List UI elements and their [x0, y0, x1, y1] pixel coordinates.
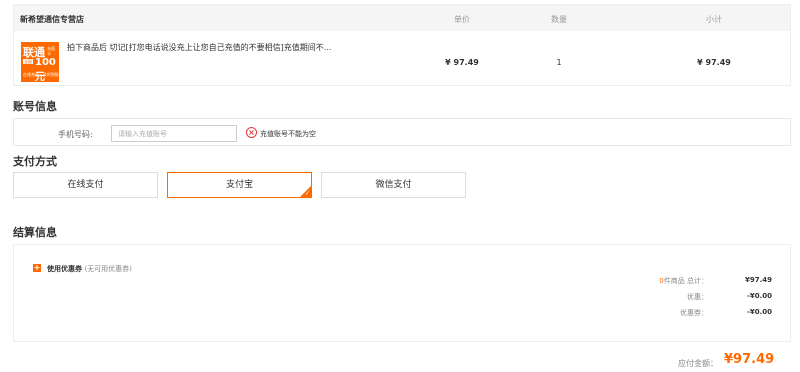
order-table-header: 新希望通信专营店 单价 数量 小计: [14, 5, 790, 31]
settlement-section-title: 结算信息: [13, 226, 57, 239]
item-count-suffix: 件商品 总计：: [663, 277, 708, 285]
product-thumbnail[interactable]: 联通 充值卡 全国 100元 在线充值 · 及时到账: [21, 42, 59, 82]
phone-error-message: 充值账号不能为空: [260, 130, 316, 138]
payable-label: 应付金额：: [678, 359, 718, 368]
account-info-panel: 手机号码: × 充值账号不能为空: [13, 118, 791, 146]
coupon-note: (无可用优惠券): [84, 265, 132, 273]
summary-coupon-row: 优惠券： -¥0.00: [614, 308, 774, 320]
thumbnail-tag-text: 充值卡: [47, 46, 55, 56]
column-header-price: 单价: [454, 15, 470, 24]
pay-method-online-button[interactable]: 在线支付: [13, 172, 158, 198]
summary-total-label: 0件商品 总计：: [659, 276, 708, 286]
check-icon: ✓: [304, 190, 310, 197]
account-section-title: 账号信息: [13, 100, 57, 113]
product-title-link[interactable]: 拍下商品后 切记[打您电话说没充上让您自己充值的不要相信]充值期间不...: [67, 42, 367, 53]
phone-number-input[interactable]: [111, 125, 237, 142]
phone-label: 手机号码:: [58, 130, 93, 139]
summary-discount-value: -¥0.00: [746, 292, 772, 300]
pay-method-label: 在线支付: [67, 180, 104, 190]
summary-discount-row: 优惠： -¥0.00: [614, 292, 774, 304]
settlement-panel: + 使用优惠券 (无可用优惠券) 0件商品 总计： ¥97.49 优惠： -¥0…: [13, 244, 791, 342]
pay-method-wechat-button[interactable]: 微信支付: [321, 172, 466, 198]
pay-method-label: 微信支付: [375, 180, 412, 190]
pay-method-alipay-button[interactable]: 支付宝 ✓: [167, 172, 312, 198]
coupon-label: 使用优惠券: [47, 265, 82, 273]
summary-coupon-label: 优惠券：: [680, 309, 708, 317]
order-table: 新希望通信专营店 单价 数量 小计 联通 充值卡 全国 100元 在线充值 · …: [13, 4, 791, 86]
use-coupon-toggle[interactable]: 使用优惠券 (无可用优惠券): [47, 264, 132, 274]
thumbnail-amount-text: 100元: [35, 57, 56, 82]
plus-icon[interactable]: +: [33, 264, 41, 272]
summary-discount-label: 优惠：: [687, 293, 708, 301]
summary-coupon-value: -¥0.00: [746, 308, 772, 316]
pay-method-label: 支付宝: [225, 180, 253, 190]
product-quantity: 1: [556, 58, 562, 67]
close-circle-icon: ×: [246, 127, 257, 138]
column-header-subtotal: 小计: [706, 15, 722, 24]
store-name[interactable]: 新希望通信专营店: [20, 14, 84, 25]
thumbnail-footer-text: 在线充值 · 及时到账: [23, 72, 59, 77]
thumbnail-sub-text: 全国: [23, 59, 33, 64]
payable-amount: ¥97.49: [724, 352, 775, 367]
summary-total-value: ¥97.49: [744, 276, 772, 284]
product-subtotal: ¥ 97.49: [697, 58, 731, 67]
product-price: ¥ 97.49: [445, 58, 479, 67]
summary-total-row: 0件商品 总计： ¥97.49: [614, 276, 774, 288]
payment-section-title: 支付方式: [13, 155, 57, 168]
column-header-quantity: 数量: [551, 15, 567, 24]
